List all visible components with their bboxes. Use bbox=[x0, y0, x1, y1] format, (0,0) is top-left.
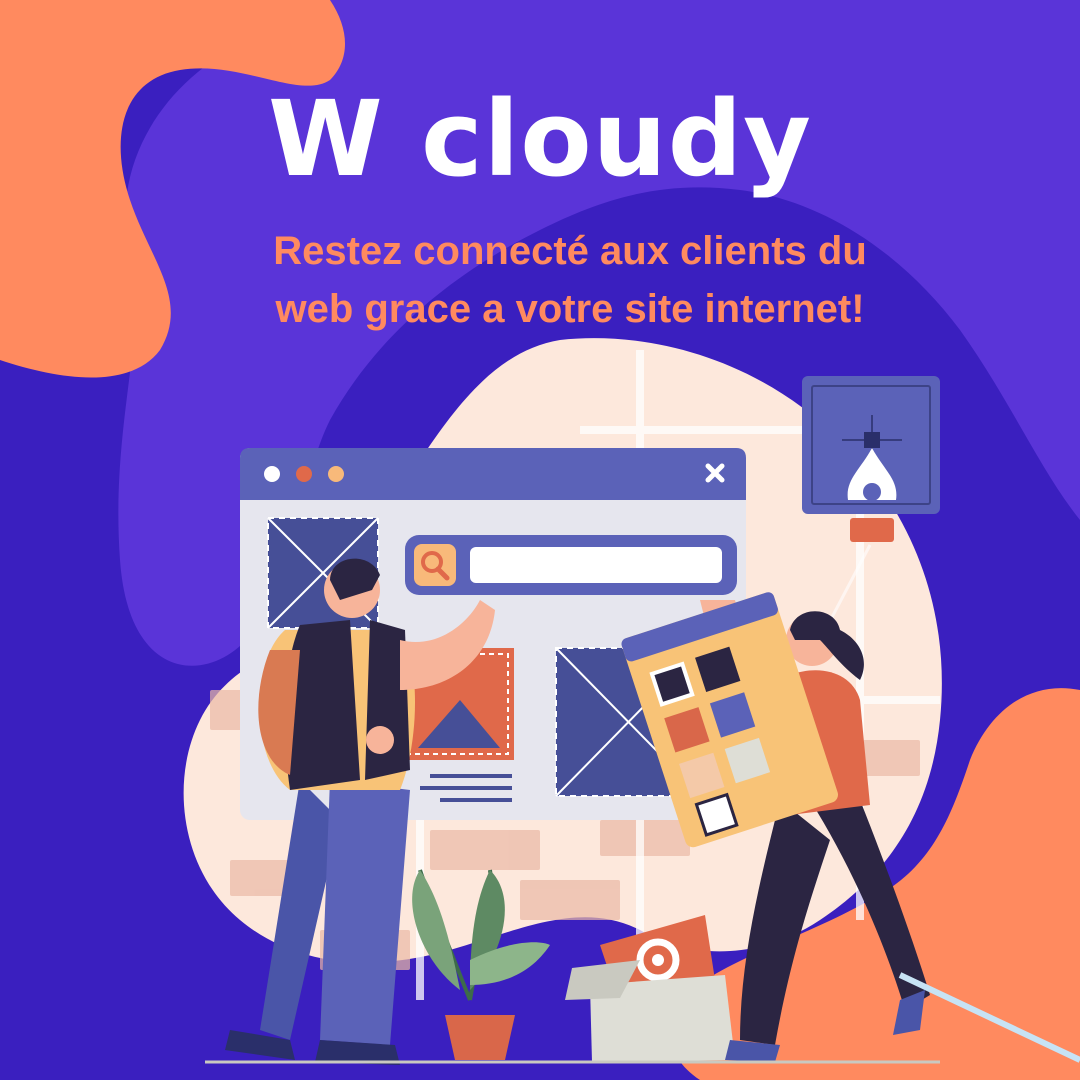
search-bar bbox=[405, 535, 737, 595]
window-dot-peach bbox=[328, 466, 344, 482]
window-dot-white bbox=[264, 466, 280, 482]
brand-title: W cloudy bbox=[268, 78, 812, 200]
tagline-line-2: web grace a votre site internet! bbox=[275, 287, 865, 331]
tagline-line-1: Restez connecté aux clients du bbox=[273, 229, 867, 273]
tagline: Restez connecté aux clients du web grace… bbox=[180, 222, 960, 338]
window-dot-orange bbox=[296, 466, 312, 482]
poster: W cloudy Restez connecté aux clients du … bbox=[0, 0, 1080, 1080]
